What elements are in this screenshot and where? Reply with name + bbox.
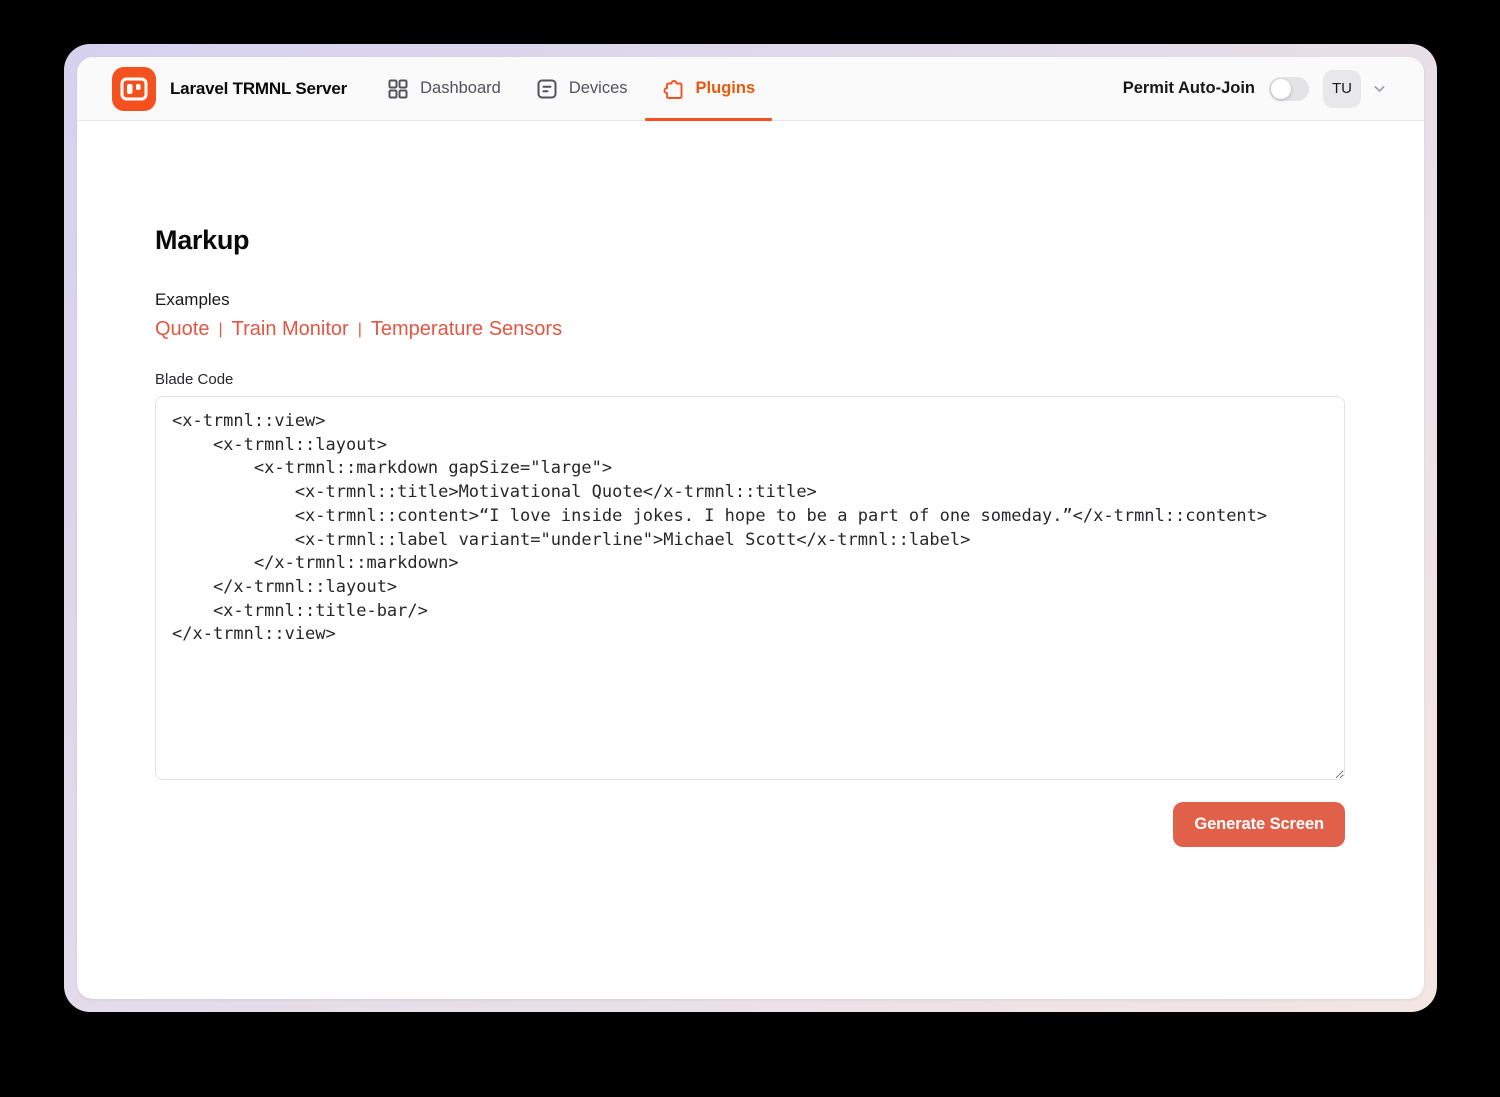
nav-item-plugins[interactable]: Plugins	[645, 57, 773, 120]
avatar-initials: TU	[1332, 80, 1352, 97]
permit-autojoin-label: Permit Auto-Join	[1123, 79, 1255, 98]
toggle-knob	[1271, 79, 1291, 99]
window-frame: Laravel TRMNL Server Dashboard	[64, 44, 1437, 1012]
app-header: Laravel TRMNL Server Dashboard	[77, 57, 1424, 121]
link-separator: |	[358, 321, 362, 339]
trmnl-device-icon	[112, 67, 156, 111]
user-avatar[interactable]: TU	[1323, 70, 1361, 108]
main-content: Markup Examples Quote | Train Monitor | …	[77, 121, 1424, 847]
link-separator: |	[218, 321, 222, 339]
main-nav: Dashboard Devices	[369, 57, 772, 120]
example-link-temperature-sensors[interactable]: Temperature Sensors	[371, 318, 562, 341]
button-row: Generate Screen	[155, 802, 1345, 847]
app-card: Laravel TRMNL Server Dashboard	[77, 57, 1424, 999]
blade-code-label: Blade Code	[155, 371, 1346, 388]
nav-label-plugins: Plugins	[696, 79, 756, 98]
generate-screen-button[interactable]: Generate Screen	[1173, 802, 1345, 847]
blade-code-textarea[interactable]: <x-trmnl::view> <x-trmnl::layout> <x-trm…	[155, 396, 1345, 780]
page-title: Markup	[155, 225, 1346, 256]
nav-label-devices: Devices	[569, 79, 628, 98]
chevron-down-icon[interactable]	[1371, 80, 1388, 97]
example-link-train-monitor[interactable]: Train Monitor	[232, 318, 349, 341]
examples-label: Examples	[155, 290, 1346, 310]
puzzle-icon	[662, 77, 686, 101]
devices-icon	[535, 77, 559, 101]
app-title: Laravel TRMNL Server	[170, 79, 347, 99]
nav-item-devices[interactable]: Devices	[518, 57, 645, 120]
app-logo[interactable]	[112, 67, 156, 111]
nav-label-dashboard: Dashboard	[420, 79, 501, 98]
example-links: Quote | Train Monitor | Temperature Sens…	[155, 318, 1346, 341]
nav-item-dashboard[interactable]: Dashboard	[369, 57, 518, 120]
permit-autojoin-toggle[interactable]	[1269, 77, 1309, 101]
example-link-quote[interactable]: Quote	[155, 318, 209, 341]
dashboard-grid-icon	[386, 77, 410, 101]
header-right: Permit Auto-Join TU	[1123, 70, 1388, 108]
